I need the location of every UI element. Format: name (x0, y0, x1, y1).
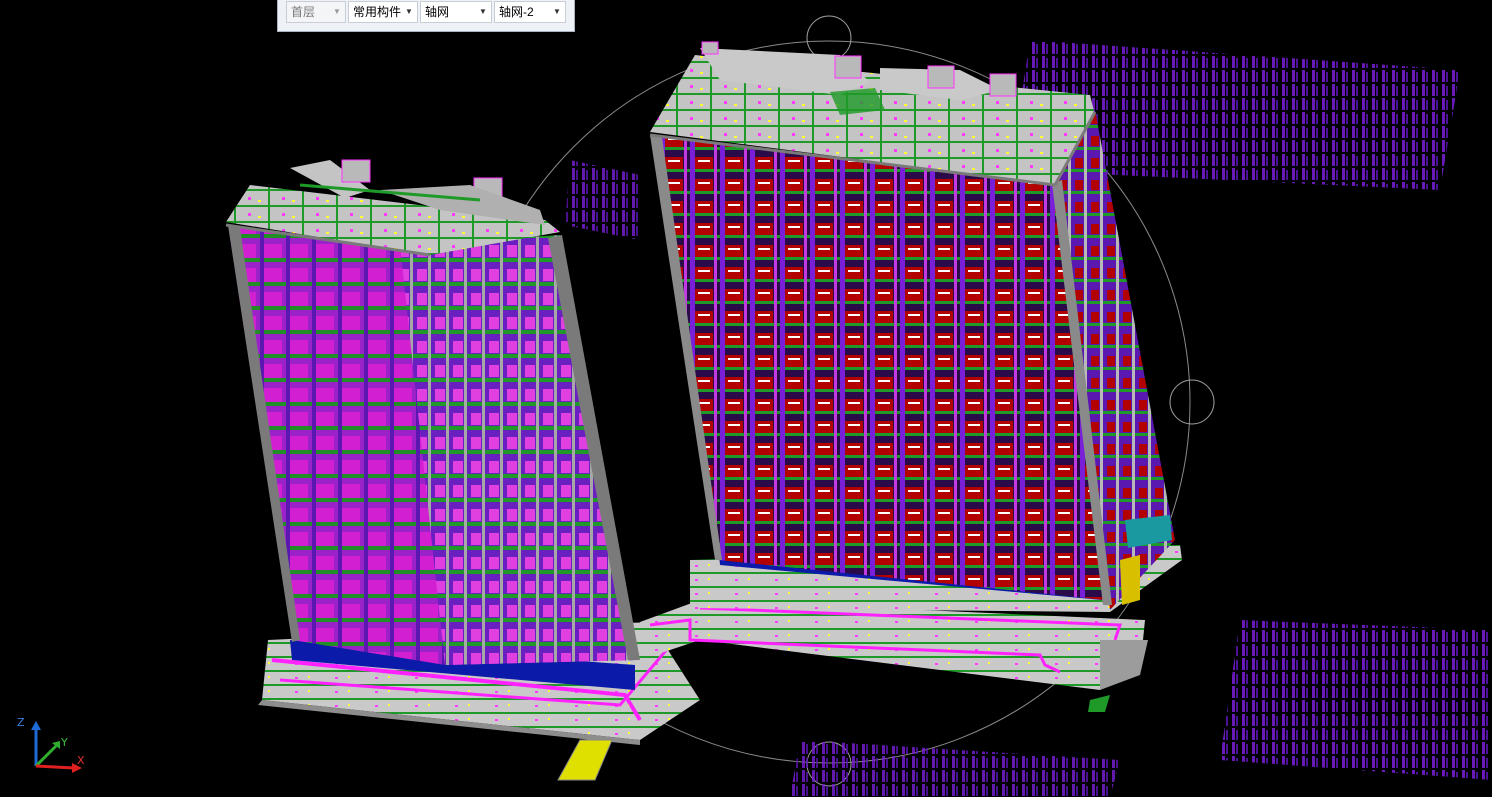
floor-select[interactable]: 首层 ▼ (286, 1, 346, 23)
instance-select[interactable]: 轴网-2 ▼ (494, 1, 566, 23)
rebar-cluster-left-mid (565, 160, 640, 240)
left-tower[interactable] (225, 159, 702, 781)
chevron-down-icon[interactable]: ▼ (331, 2, 343, 22)
axis-x-label: X (77, 754, 85, 767)
3d-viewport[interactable]: Z Y X (0, 0, 1492, 797)
axis-z-label: Z (17, 716, 25, 729)
ramp (557, 739, 613, 781)
podium-connector (640, 600, 1148, 712)
type-select[interactable]: 轴网 ▼ (420, 1, 492, 23)
axis-triad: Z Y X (17, 716, 85, 773)
category-select[interactable]: 常用构件 ▼ (348, 1, 418, 23)
orbit-handle-right (1169, 379, 1215, 425)
building-model-scene[interactable]: Z Y X (0, 0, 1492, 797)
chevron-down-icon[interactable]: ▼ (403, 2, 415, 22)
chevron-down-icon[interactable]: ▼ (477, 2, 489, 22)
component-filter-toolbar: 首层 ▼ 常用构件 ▼ 轴网 ▼ 轴网-2 ▼ (277, 0, 575, 32)
category-select-value: 常用构件 (353, 5, 402, 19)
orbit-handle-top (806, 15, 852, 61)
chevron-down-icon[interactable]: ▼ (551, 2, 563, 22)
type-select-value: 轴网 (425, 5, 450, 19)
axis-y-label: Y (60, 736, 68, 749)
instance-select-value: 轴网-2 (499, 5, 534, 19)
right-facade-front (652, 135, 1105, 600)
floor-select-value: 首层 (291, 5, 316, 19)
